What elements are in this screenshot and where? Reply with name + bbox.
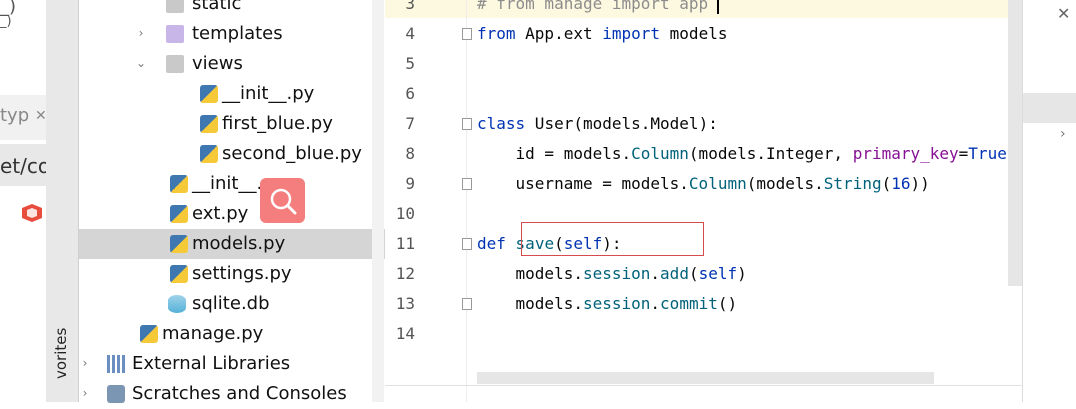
folder-purple-icon: [166, 25, 184, 43]
tree-item-label: static: [192, 0, 242, 14]
horizontal-scrollbar[interactable]: [477, 372, 934, 384]
code-editor[interactable]: [385, 0, 1023, 402]
code-line: class User(models.Model):: [477, 114, 718, 133]
tree-item-label: views: [192, 53, 243, 74]
chevron-down-icon[interactable]: ⌄: [135, 56, 147, 70]
python-file-icon: [200, 85, 218, 103]
chevron-right-icon[interactable]: ›: [1060, 126, 1066, 142]
tree-item-label: settings.py: [192, 263, 292, 284]
tree-item-label: first_blue.py: [222, 113, 333, 134]
python-file-icon: [200, 145, 218, 163]
tree-item[interactable]: __init__.py: [79, 79, 385, 109]
line-number: 13: [395, 294, 415, 313]
tree-item-label: __init__.py: [222, 83, 315, 104]
code-line: models.session.add(self): [477, 264, 747, 283]
fold-marker-icon[interactable]: [462, 118, 472, 130]
folder-icon: [166, 55, 184, 73]
code-line: models.session.commit(): [477, 294, 738, 313]
python-file-icon: [140, 325, 158, 343]
close-icon[interactable]: ✕: [1057, 4, 1070, 23]
left-browser-fragment: _) _) typ ✕ et/co: [0, 0, 46, 402]
tree-item[interactable]: › External Libraries: [79, 349, 385, 379]
close-icon[interactable]: ✕: [35, 108, 46, 124]
chevron-right-icon[interactable]: ›: [79, 356, 91, 370]
tree-item[interactable]: __init__.py: [79, 169, 385, 199]
line-number: 9: [405, 174, 415, 193]
fold-marker-icon[interactable]: [462, 28, 472, 40]
line-number: 7: [405, 114, 415, 133]
code-line: username = models.Column(models.String(1…: [477, 174, 930, 193]
search-button[interactable]: [260, 178, 305, 223]
code-line: from App.ext import models: [477, 24, 728, 43]
left-text-2: _): [0, 14, 12, 29]
annotation-box: [521, 222, 704, 256]
code-line: # from manage import app: [477, 0, 709, 13]
laravel-icon[interactable]: [20, 202, 44, 224]
ide-tool-strip: vorites: [46, 0, 79, 402]
right-tab-band: [1023, 93, 1076, 123]
python-file-icon: [170, 175, 188, 193]
library-icon: [107, 355, 125, 373]
python-file-icon: [170, 235, 188, 253]
tree-item-label: ext.py: [192, 203, 249, 224]
left-url-text: et/co: [0, 154, 46, 178]
folder-icon: [166, 0, 184, 13]
line-number: 12: [395, 264, 415, 283]
fold-marker-icon[interactable]: [462, 178, 472, 190]
line-number: 14: [395, 324, 415, 343]
left-text-typ: typ: [0, 105, 30, 126]
tree-scrollbar[interactable]: [372, 0, 384, 402]
tree-item-label: Scratches and Consoles: [132, 383, 347, 404]
line-number: 11: [395, 234, 415, 253]
python-file-icon: [170, 265, 188, 283]
search-icon: [270, 188, 297, 215]
favorites-tab[interactable]: vorites: [52, 328, 70, 379]
tree-item-label: manage.py: [162, 323, 264, 344]
chevron-right-icon[interactable]: ›: [79, 386, 91, 400]
line-number: 4: [405, 24, 415, 43]
tree-item[interactable]: ext.py: [79, 199, 385, 229]
tree-item-label: sqlite.db: [192, 293, 270, 314]
code-line: id = models.Column(models.Integer, prima…: [477, 144, 1007, 163]
line-number: 6: [405, 84, 415, 103]
database-icon: [168, 295, 186, 313]
tree-item[interactable]: sqlite.db: [79, 289, 385, 319]
tree-item-label: second_blue.py: [222, 143, 362, 164]
editor-bottom-divider: [385, 385, 1023, 386]
line-number: 3: [405, 0, 415, 13]
tree-item[interactable]: first_blue.py: [79, 109, 385, 139]
tree-item[interactable]: settings.py: [79, 259, 385, 289]
tree-item[interactable]: second_blue.py: [79, 139, 385, 169]
tree-item[interactable]: manage.py: [79, 319, 385, 349]
text-caret: [717, 0, 719, 14]
tree-item-label: models.py: [192, 233, 286, 254]
tree-item-label: templates: [192, 23, 283, 44]
tree-item[interactable]: ⌄ views: [79, 49, 385, 79]
fold-marker-icon[interactable]: [462, 238, 472, 250]
python-file-icon: [200, 115, 218, 133]
python-file-icon: [170, 205, 188, 223]
chevron-right-icon[interactable]: ›: [135, 26, 147, 40]
line-number: 5: [405, 54, 415, 73]
tree-item[interactable]: › Scratches and Consoles: [79, 379, 385, 409]
gutter-separator: [466, 0, 467, 402]
line-number: 10: [395, 204, 415, 223]
project-tree: static › templates ⌄ views __init__.py first_b…: [79, 0, 385, 404]
tree-item[interactable]: › templates: [79, 19, 385, 49]
right-browser-fragment: ✕ ›: [1023, 0, 1076, 402]
line-number: 8: [405, 144, 415, 163]
fold-marker-icon[interactable]: [462, 298, 472, 310]
tree-item-label: External Libraries: [132, 353, 291, 374]
scratch-icon: [107, 385, 125, 403]
vertical-scrollbar[interactable]: [1008, 0, 1022, 286]
tree-item[interactable]: static: [79, 0, 385, 19]
tree-item[interactable]: models.py: [79, 229, 385, 259]
